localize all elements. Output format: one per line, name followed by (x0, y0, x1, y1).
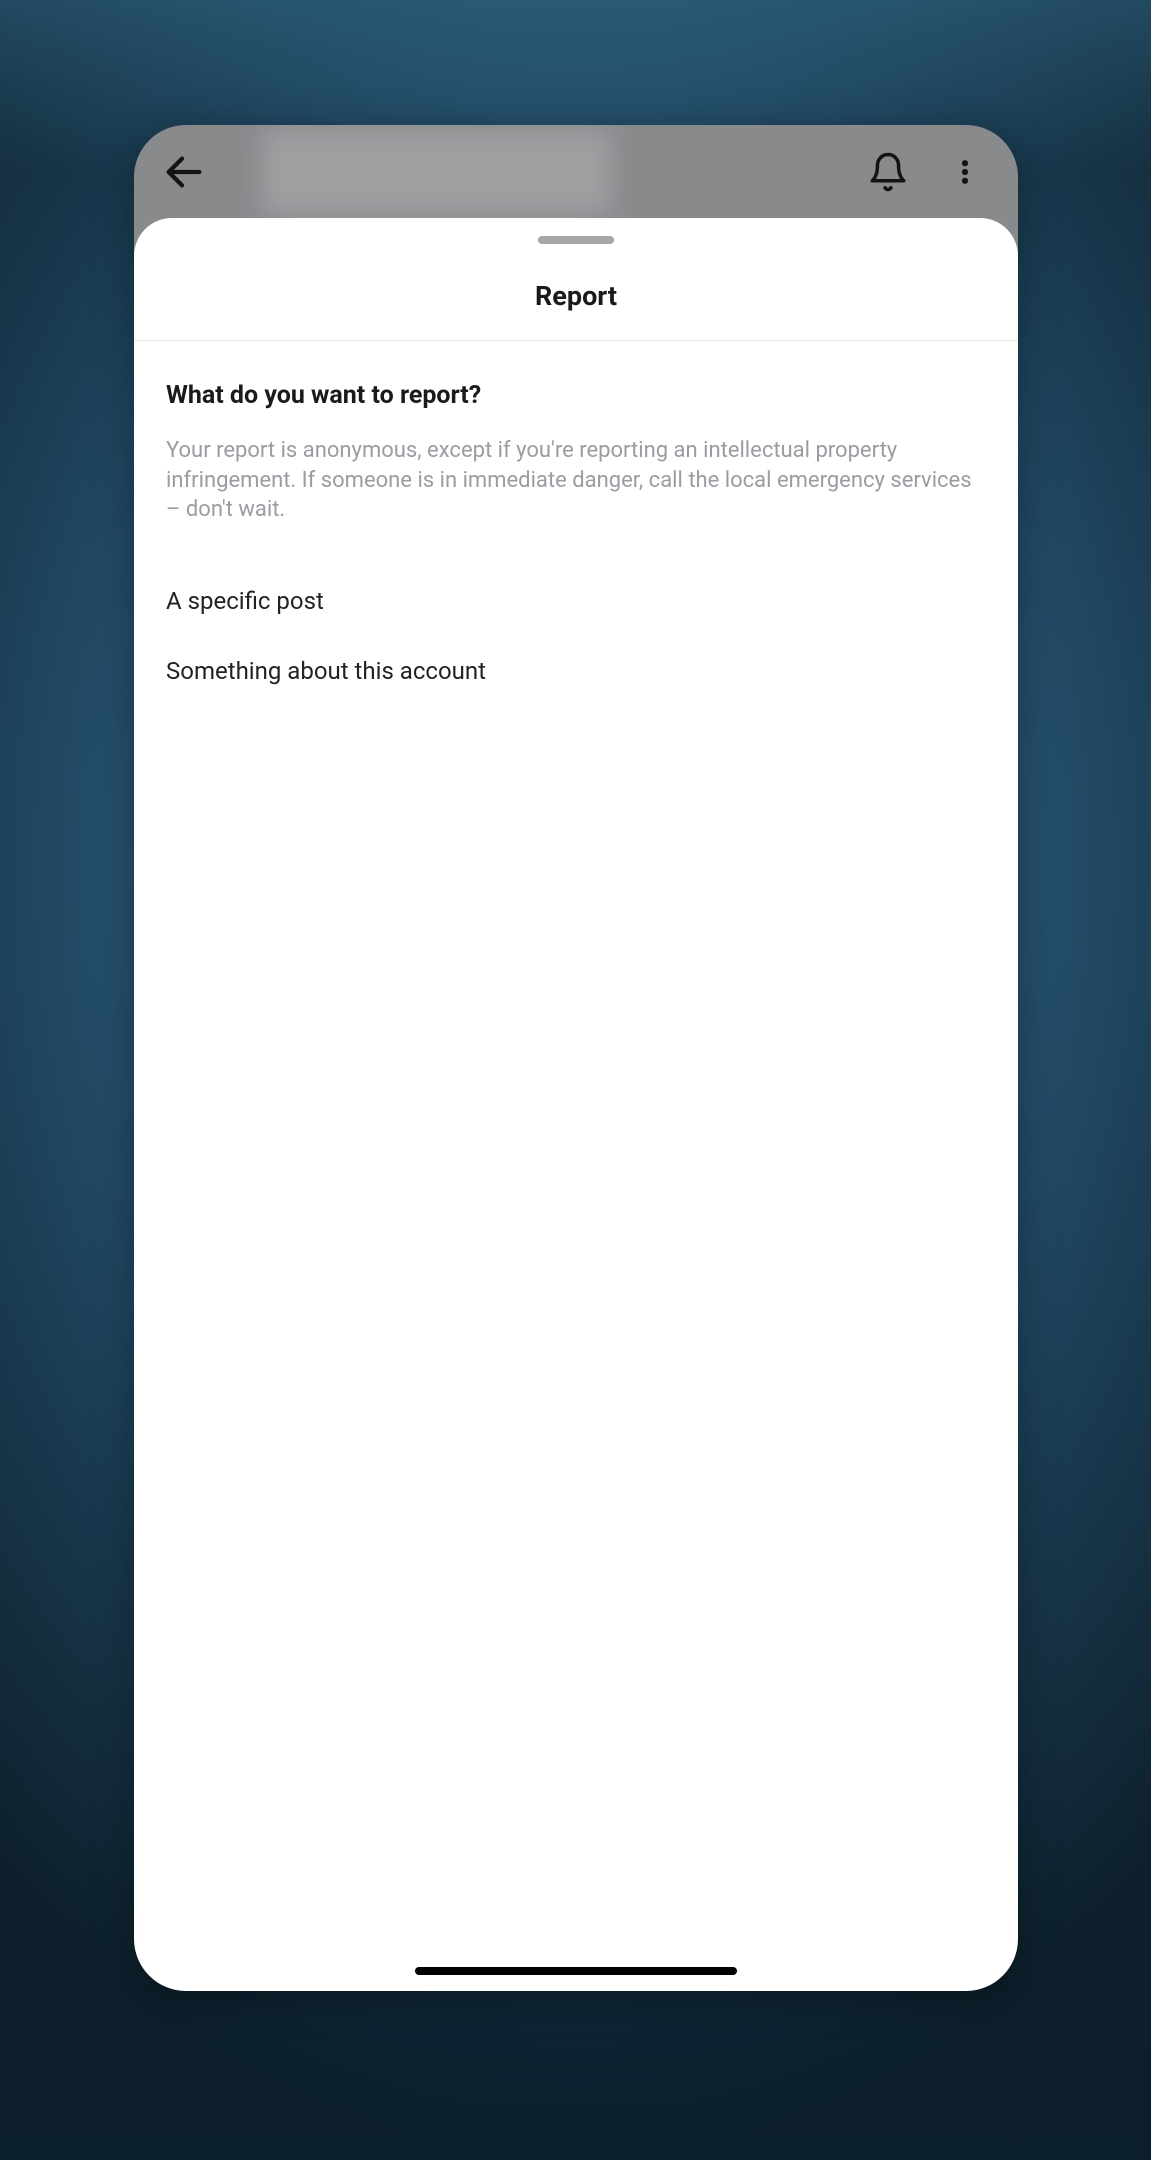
notifications-button[interactable] (858, 142, 918, 202)
home-indicator[interactable] (415, 1967, 737, 1975)
account-name-redacted (262, 129, 612, 215)
sheet-title: Report (134, 244, 1018, 341)
report-question: What do you want to report? (166, 381, 986, 410)
arrow-left-icon (161, 149, 207, 195)
option-about-account[interactable]: Something about this account (166, 633, 986, 709)
report-sheet: Report What do you want to report? Your … (134, 218, 1018, 1991)
more-options-button[interactable] (940, 142, 990, 202)
phone-frame: Report What do you want to report? Your … (134, 125, 1018, 1991)
sheet-grabber[interactable] (538, 236, 614, 244)
option-specific-post[interactable]: A specific post (166, 563, 986, 639)
app-topbar (134, 125, 1018, 218)
report-disclaimer: Your report is anonymous, except if you'… (166, 436, 986, 525)
bell-icon (867, 151, 909, 193)
back-button[interactable] (156, 144, 212, 200)
sheet-body: What do you want to report? Your report … (134, 341, 1018, 1991)
more-vertical-icon (950, 150, 980, 194)
